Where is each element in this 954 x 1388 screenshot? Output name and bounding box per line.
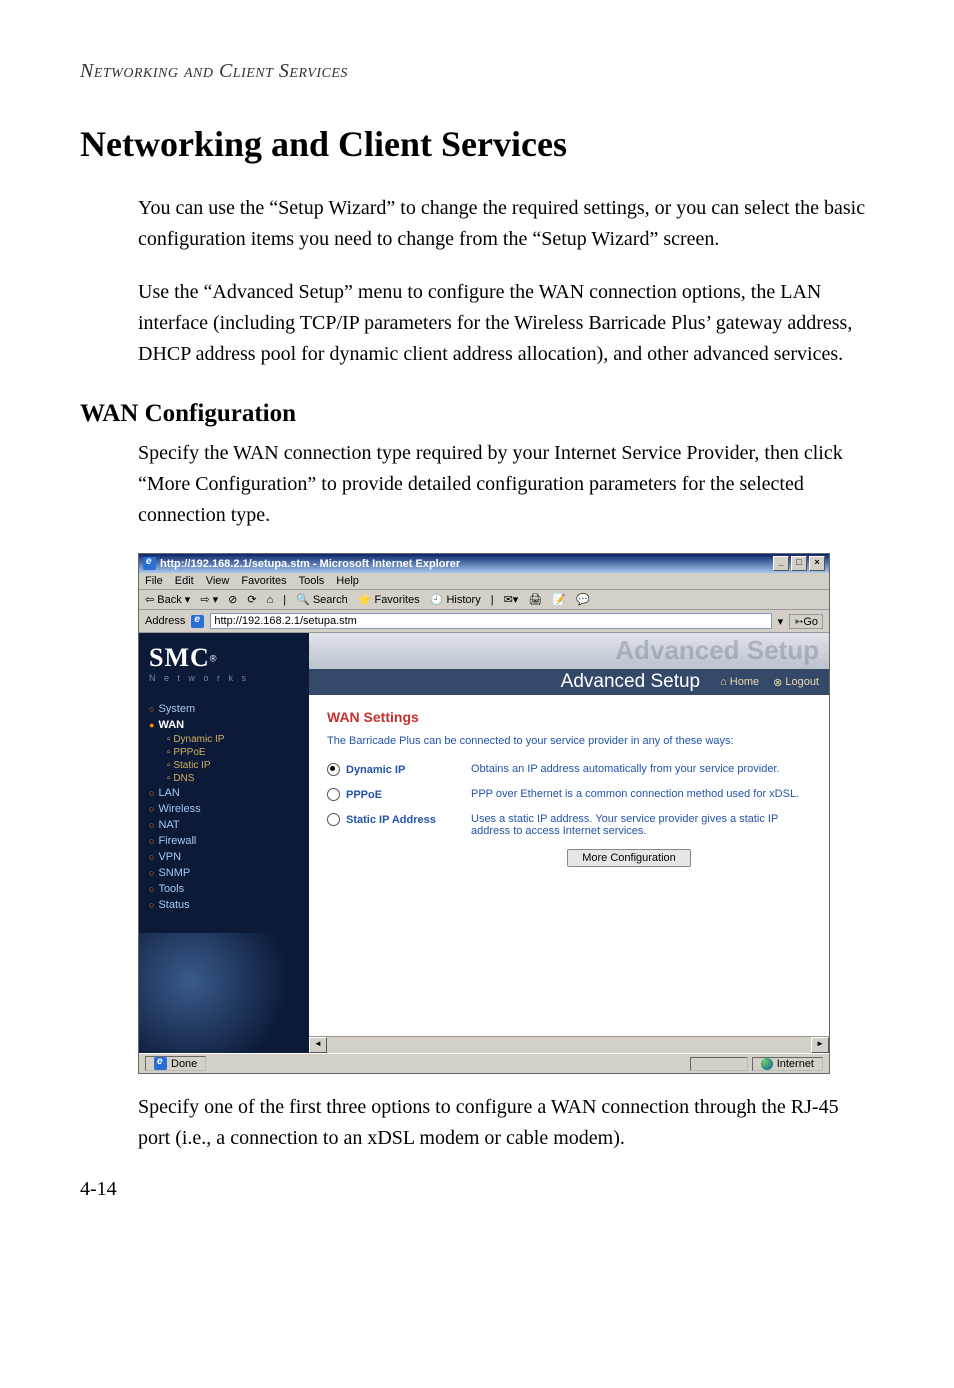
browser-window: http://192.168.2.1/setupa.stm - Microsof… [138, 553, 830, 1074]
intro-paragraph-2: Use the “Advanced Setup” menu to configu… [138, 277, 874, 370]
address-label: Address [145, 615, 185, 627]
search-button[interactable]: 🔍 Search [296, 593, 348, 606]
logo-block: SMC® N e t w o r k s [139, 633, 309, 697]
app-sidebar: SMC® N e t w o r k s ○System ●WAN ▫ Dyna… [139, 633, 309, 1053]
option-pppoe[interactable]: PPPoE PPP over Ethernet is a common conn… [327, 788, 811, 801]
go-button[interactable]: ➳Go [789, 614, 823, 629]
page-title: Networking and Client Services [80, 123, 874, 165]
history-button[interactable]: 🕘 History [430, 593, 481, 606]
option-dynamic-ip[interactable]: Dynamic IP Obtains an IP address automat… [327, 763, 811, 776]
menu-edit[interactable]: Edit [175, 575, 194, 587]
nav-system[interactable]: ○System [139, 701, 309, 717]
main-content: WAN Settings The Barricade Plus can be c… [309, 695, 829, 1053]
favorites-button[interactable]: ⭐ Favorites [358, 593, 420, 606]
more-configuration-button[interactable]: More Configuration [567, 849, 691, 867]
banner-home-link[interactable]: ⌂Home [720, 676, 759, 688]
section-heading-wan-config: WAN Configuration [80, 400, 874, 428]
discuss-button[interactable]: 💬 [576, 593, 590, 606]
internet-zone-icon [761, 1058, 773, 1070]
page-number: 4-14 [80, 1178, 874, 1201]
menu-help[interactable]: Help [336, 575, 359, 587]
nav-tools[interactable]: ○Tools [139, 881, 309, 897]
logo-subtext: N e t w o r k s [149, 673, 299, 683]
edit-button[interactable]: 📝 [552, 593, 566, 606]
mail-button[interactable]: ✉▾ [504, 593, 519, 606]
nav-lan[interactable]: ○LAN [139, 785, 309, 801]
logo-registered: ® [210, 653, 217, 663]
radio-dynamic-ip[interactable] [327, 763, 340, 776]
radio-pppoe[interactable] [327, 788, 340, 801]
status-bar: Done Internet [139, 1053, 829, 1073]
sidebar-nav: ○System ●WAN ▫ Dynamic IP ▫ PPPoE ▫ Stat… [139, 697, 309, 933]
banner-logout-link[interactable]: ⊗Logout [773, 676, 819, 689]
menu-favorites[interactable]: Favorites [241, 575, 286, 587]
option-desc: Obtains an IP address automatically from… [471, 763, 811, 775]
print-button[interactable]: 🖨 [528, 593, 542, 606]
page-content: SMC® N e t w o r k s ○System ●WAN ▫ Dyna… [139, 633, 829, 1053]
status-done-icon [154, 1057, 167, 1070]
sidebar-decorative-image [139, 933, 309, 1053]
option-desc: Uses a static IP address. Your service p… [471, 813, 811, 837]
status-left-text: Done [171, 1058, 197, 1070]
option-label: Dynamic IP [346, 764, 405, 776]
address-bar: Address ▾ ➳Go [139, 610, 829, 633]
forward-button[interactable]: ⇨ ▾ [200, 593, 218, 606]
menu-file[interactable]: File [145, 575, 163, 587]
home-icon: ⌂ [720, 676, 727, 688]
nav-nat[interactable]: ○NAT [139, 817, 309, 833]
wan-paragraph-2: Specify one of the first three options t… [138, 1092, 874, 1154]
nav-wan-dns[interactable]: ▫ DNS [139, 772, 309, 785]
nav-vpn[interactable]: ○VPN [139, 849, 309, 865]
menu-tools[interactable]: Tools [299, 575, 325, 587]
banner-faded-title: Advanced Setup [615, 635, 819, 666]
menu-bar: File Edit View Favorites Tools Help [139, 573, 829, 590]
wan-paragraph-1: Specify the WAN connection type required… [138, 438, 874, 531]
running-header: Networking and Client Services [80, 60, 874, 83]
option-label: PPPoE [346, 789, 382, 801]
banner-title: Advanced Setup [319, 671, 706, 693]
nav-wan[interactable]: ●WAN [139, 717, 309, 733]
stop-button[interactable]: ⊘ [228, 593, 237, 606]
refresh-button[interactable]: ⟳ [247, 593, 256, 606]
address-icon [191, 615, 204, 628]
nav-wan-pppoe[interactable]: ▫ PPPoE [139, 746, 309, 759]
panel-description: The Barricade Plus can be connected to y… [327, 735, 811, 747]
logo-text: SMC [149, 643, 210, 672]
option-static-ip[interactable]: Static IP Address Uses a static IP addre… [327, 813, 811, 837]
address-dropdown[interactable]: ▾ [778, 615, 784, 628]
nav-wan-dynamic-ip[interactable]: ▫ Dynamic IP [139, 733, 309, 746]
nav-wireless[interactable]: ○Wireless [139, 801, 309, 817]
option-label: Static IP Address [346, 814, 436, 826]
scroll-left-arrow[interactable]: ◄ [309, 1037, 327, 1053]
page-banner: Advanced Setup Advanced Setup ⌂Home ⊗Log… [309, 633, 829, 695]
panel-heading: WAN Settings [327, 709, 811, 725]
nav-status[interactable]: ○Status [139, 897, 309, 913]
nav-firewall[interactable]: ○Firewall [139, 833, 309, 849]
home-button[interactable]: ⌂ [267, 594, 274, 606]
menu-view[interactable]: View [206, 575, 230, 587]
scroll-right-arrow[interactable]: ► [811, 1037, 829, 1053]
window-title-text: http://192.168.2.1/setupa.stm - Microsof… [160, 558, 460, 570]
address-input[interactable] [210, 613, 771, 629]
radio-static-ip[interactable] [327, 813, 340, 826]
nav-wan-static-ip[interactable]: ▫ Static IP [139, 759, 309, 772]
logout-icon: ⊗ [773, 676, 782, 689]
intro-paragraph-1: You can use the “Setup Wizard” to change… [138, 193, 874, 255]
horizontal-scrollbar[interactable]: ◄ ► [309, 1036, 829, 1053]
main-pane: Advanced Setup Advanced Setup ⌂Home ⊗Log… [309, 633, 829, 1053]
nav-toolbar: ⇦ Back ▾ ⇨ ▾ ⊘ ⟳ ⌂ | 🔍 Search ⭐ Favorite… [139, 590, 829, 610]
nav-snmp[interactable]: ○SNMP [139, 865, 309, 881]
back-button[interactable]: ⇦ Back ▾ [145, 593, 190, 606]
status-right-text: Internet [777, 1058, 814, 1070]
ie-icon [143, 557, 156, 570]
window-maximize-button[interactable]: □ [791, 556, 807, 571]
window-titlebar: http://192.168.2.1/setupa.stm - Microsof… [139, 554, 829, 573]
option-desc: PPP over Ethernet is a common connection… [471, 788, 811, 800]
window-minimize-button[interactable]: _ [773, 556, 789, 571]
window-close-button[interactable]: × [809, 556, 825, 571]
